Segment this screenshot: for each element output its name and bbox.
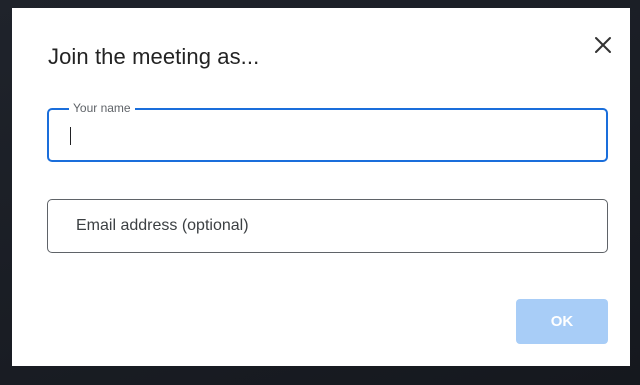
close-button[interactable] <box>590 32 616 58</box>
ok-button[interactable]: OK <box>516 299 608 344</box>
name-field: Your name <box>47 100 608 162</box>
email-field <box>47 199 608 253</box>
close-icon <box>595 37 611 53</box>
email-input[interactable] <box>48 200 607 252</box>
text-caret <box>70 127 71 145</box>
dialog-title: Join the meeting as... <box>48 44 260 69</box>
app-background: Join the meeting as... Your name OK <box>0 0 640 385</box>
join-meeting-dialog: Join the meeting as... Your name OK <box>12 8 630 366</box>
name-input[interactable] <box>49 110 606 160</box>
